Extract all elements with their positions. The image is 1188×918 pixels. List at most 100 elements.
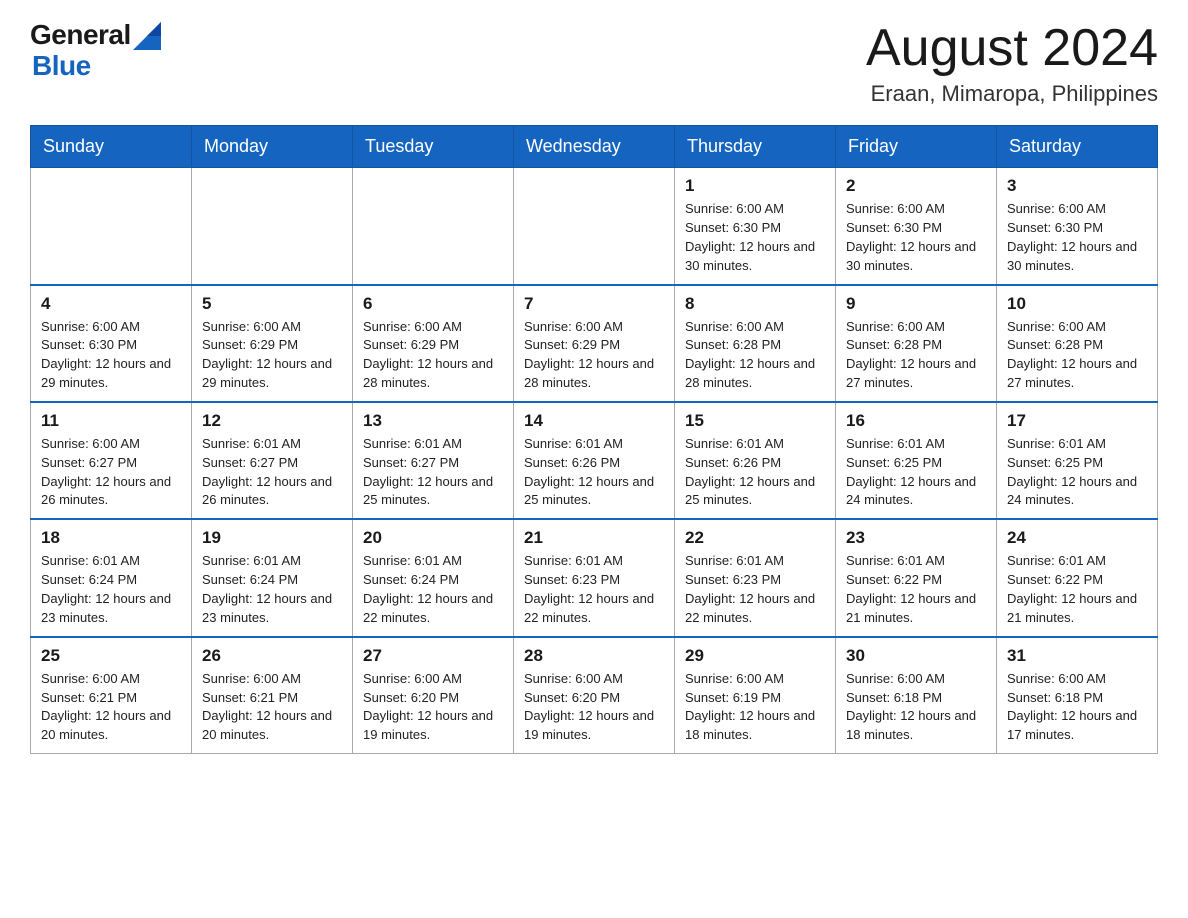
table-row: 9Sunrise: 6:00 AMSunset: 6:28 PMDaylight… [836, 285, 997, 402]
table-row: 11Sunrise: 6:00 AMSunset: 6:27 PMDayligh… [31, 402, 192, 519]
day-number: 24 [1007, 528, 1147, 548]
day-number: 4 [41, 294, 181, 314]
table-row: 4 Sunrise: 6:00 AMSunset: 6:30 PMDaylight… [31, 285, 192, 402]
day-info: Sunrise: 6:01 AMSunset: 6:26 PMDaylight:… [524, 435, 664, 510]
day-info: Sunrise: 6:00 AMSunset: 6:30 PMDaylight:… [685, 200, 825, 275]
day-number: 20 [363, 528, 503, 548]
table-row: 1Sunrise: 6:00 AMSunset: 6:30 PMDaylight… [675, 168, 836, 285]
day-info: Sunrise: 6:01 AMSunset: 6:27 PMDaylight:… [202, 435, 342, 510]
table-row: 15Sunrise: 6:01 AMSunset: 6:26 PMDayligh… [675, 402, 836, 519]
day-info: Sunrise: 6:00 AMSunset: 6:20 PMDaylight:… [524, 670, 664, 745]
page-header: General Blue August 2024 Eraan, Mimaropa… [30, 20, 1158, 107]
table-row: 3 Sunrise: 6:00 AMSunset: 6:30 PMDaylight… [997, 168, 1158, 285]
day-number: 16 [846, 411, 986, 431]
day-info: Sunrise: 6:00 AMSunset: 6:28 PMDaylight:… [1007, 318, 1147, 393]
col-sunday: Sunday [31, 126, 192, 168]
table-row: 16 Sunrise: 6:01 AMSunset: 6:25 PMDayligh… [836, 402, 997, 519]
day-number: 2 [846, 176, 986, 196]
table-row: 23 Sunrise: 6:01 AMSunset: 6:22 PMDayligh… [836, 519, 997, 636]
logo-blue-text: Blue [32, 51, 161, 82]
day-number: 19 [202, 528, 342, 548]
col-tuesday: Tuesday [353, 126, 514, 168]
table-row: 10 Sunrise: 6:00 AMSunset: 6:28 PMDayligh… [997, 285, 1158, 402]
day-info: Sunrise: 6:01 AMSunset: 6:25 PMDaylight:… [846, 435, 986, 510]
table-row [192, 168, 353, 285]
day-info: Sunrise: 6:01 AMSunset: 6:26 PMDaylight:… [685, 435, 825, 510]
calendar-week-row: 11Sunrise: 6:00 AMSunset: 6:27 PMDayligh… [31, 402, 1158, 519]
title-block: August 2024 Eraan, Mimaropa, Philippines [866, 20, 1158, 107]
day-info: Sunrise: 6:01 AMSunset: 6:27 PMDaylight:… [363, 435, 503, 510]
day-number: 13 [363, 411, 503, 431]
table-row: 28 Sunrise: 6:00 AMSunset: 6:20 PMDayligh… [514, 637, 675, 754]
table-row: 5 Sunrise: 6:00 AMSunset: 6:29 PMDaylight… [192, 285, 353, 402]
day-info: Sunrise: 6:01 AMSunset: 6:23 PMDaylight:… [524, 552, 664, 627]
day-info: Sunrise: 6:00 AMSunset: 6:30 PMDaylight:… [1007, 200, 1147, 275]
day-info: Sunrise: 6:00 AMSunset: 6:29 PMDaylight:… [202, 318, 342, 393]
day-number: 31 [1007, 646, 1147, 666]
day-info: Sunrise: 6:01 AMSunset: 6:23 PMDaylight:… [685, 552, 825, 627]
calendar-table: Sunday Monday Tuesday Wednesday Thursday… [30, 125, 1158, 754]
calendar-week-row: 18 Sunrise: 6:01 AMSunset: 6:24 PMDayligh… [31, 519, 1158, 636]
table-row: 7 Sunrise: 6:00 AMSunset: 6:29 PMDaylight… [514, 285, 675, 402]
day-info: Sunrise: 6:00 AMSunset: 6:19 PMDaylight:… [685, 670, 825, 745]
day-number: 9 [846, 294, 986, 314]
table-row [31, 168, 192, 285]
day-info: Sunrise: 6:00 AMSunset: 6:18 PMDaylight:… [846, 670, 986, 745]
day-info: Sunrise: 6:00 AMSunset: 6:27 PMDaylight:… [41, 435, 181, 510]
col-monday: Monday [192, 126, 353, 168]
day-info: Sunrise: 6:00 AMSunset: 6:30 PMDaylight:… [41, 318, 181, 393]
logo-icon [133, 22, 161, 50]
day-info: Sunrise: 6:00 AMSunset: 6:20 PMDaylight:… [363, 670, 503, 745]
day-number: 17 [1007, 411, 1147, 431]
calendar-week-row: 1Sunrise: 6:00 AMSunset: 6:30 PMDaylight… [31, 168, 1158, 285]
day-info: Sunrise: 6:00 AMSunset: 6:30 PMDaylight:… [846, 200, 986, 275]
location-subtitle: Eraan, Mimaropa, Philippines [866, 81, 1158, 107]
day-number: 7 [524, 294, 664, 314]
table-row [353, 168, 514, 285]
calendar-week-row: 4 Sunrise: 6:00 AMSunset: 6:30 PMDaylight… [31, 285, 1158, 402]
day-info: Sunrise: 6:00 AMSunset: 6:28 PMDaylight:… [685, 318, 825, 393]
calendar-header-row: Sunday Monday Tuesday Wednesday Thursday… [31, 126, 1158, 168]
day-number: 3 [1007, 176, 1147, 196]
table-row: 18 Sunrise: 6:01 AMSunset: 6:24 PMDayligh… [31, 519, 192, 636]
day-number: 30 [846, 646, 986, 666]
day-number: 5 [202, 294, 342, 314]
logo: General Blue [30, 20, 161, 82]
table-row: 31 Sunrise: 6:00 AMSunset: 6:18 PMDayligh… [997, 637, 1158, 754]
table-row [514, 168, 675, 285]
month-year-title: August 2024 [866, 20, 1158, 77]
table-row: 2 Sunrise: 6:00 AMSunset: 6:30 PMDaylight… [836, 168, 997, 285]
day-info: Sunrise: 6:00 AMSunset: 6:21 PMDaylight:… [202, 670, 342, 745]
col-wednesday: Wednesday [514, 126, 675, 168]
table-row: 8 Sunrise: 6:00 AMSunset: 6:28 PMDaylight… [675, 285, 836, 402]
day-number: 8 [685, 294, 825, 314]
day-number: 18 [41, 528, 181, 548]
table-row: 27 Sunrise: 6:00 AMSunset: 6:20 PMDayligh… [353, 637, 514, 754]
table-row: 21Sunrise: 6:01 AMSunset: 6:23 PMDayligh… [514, 519, 675, 636]
table-row: 20 Sunrise: 6:01 AMSunset: 6:24 PMDayligh… [353, 519, 514, 636]
table-row: 30 Sunrise: 6:00 AMSunset: 6:18 PMDayligh… [836, 637, 997, 754]
table-row: 6Sunrise: 6:00 AMSunset: 6:29 PMDaylight… [353, 285, 514, 402]
day-info: Sunrise: 6:01 AMSunset: 6:24 PMDaylight:… [363, 552, 503, 627]
day-info: Sunrise: 6:01 AMSunset: 6:24 PMDaylight:… [41, 552, 181, 627]
day-info: Sunrise: 6:00 AMSunset: 6:18 PMDaylight:… [1007, 670, 1147, 745]
day-number: 23 [846, 528, 986, 548]
day-number: 6 [363, 294, 503, 314]
day-number: 12 [202, 411, 342, 431]
table-row: 25Sunrise: 6:00 AMSunset: 6:21 PMDayligh… [31, 637, 192, 754]
day-info: Sunrise: 6:00 AMSunset: 6:29 PMDaylight:… [524, 318, 664, 393]
logo-general-text: General [30, 20, 131, 51]
table-row: 22 Sunrise: 6:01 AMSunset: 6:23 PMDayligh… [675, 519, 836, 636]
table-row: 12 Sunrise: 6:01 AMSunset: 6:27 PMDayligh… [192, 402, 353, 519]
day-number: 25 [41, 646, 181, 666]
col-thursday: Thursday [675, 126, 836, 168]
table-row: 29Sunrise: 6:00 AMSunset: 6:19 PMDayligh… [675, 637, 836, 754]
day-number: 28 [524, 646, 664, 666]
col-friday: Friday [836, 126, 997, 168]
day-number: 22 [685, 528, 825, 548]
day-number: 26 [202, 646, 342, 666]
day-info: Sunrise: 6:01 AMSunset: 6:22 PMDaylight:… [846, 552, 986, 627]
table-row: 26 Sunrise: 6:00 AMSunset: 6:21 PMDayligh… [192, 637, 353, 754]
day-number: 27 [363, 646, 503, 666]
day-number: 10 [1007, 294, 1147, 314]
